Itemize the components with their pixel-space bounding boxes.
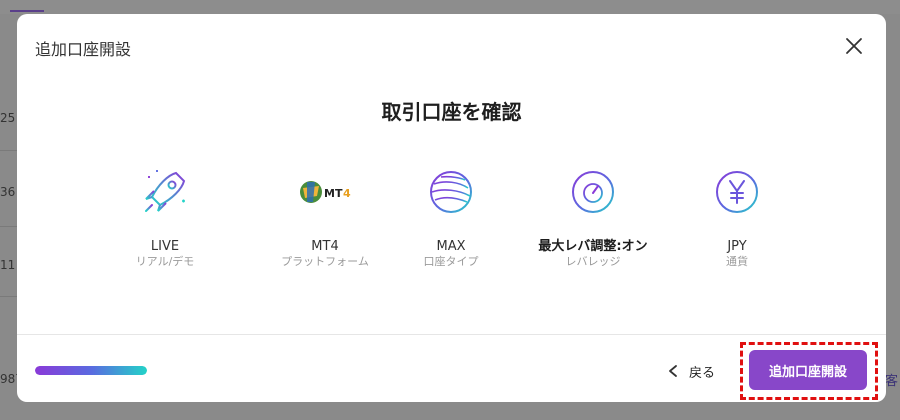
svg-text:4: 4 bbox=[343, 187, 351, 200]
summary-label: リアル/デモ bbox=[135, 255, 195, 268]
back-button-label: 戻る bbox=[689, 365, 716, 381]
summary-value: MT4 bbox=[311, 239, 339, 254]
summary-label: プラットフォーム bbox=[281, 255, 369, 268]
background-topbar bbox=[0, 0, 900, 14]
close-button[interactable] bbox=[842, 34, 866, 58]
background-tab-underline bbox=[10, 10, 44, 12]
progress-fill bbox=[35, 366, 147, 375]
summary-label: 口座タイプ bbox=[423, 255, 479, 268]
progress-bar bbox=[35, 366, 147, 375]
back-button[interactable]: 戻る bbox=[667, 360, 715, 382]
add-account-modal: 追加口座開設 取引口座を確認 LIVE リアル/デモ MT 4 MT4 プラット… bbox=[17, 14, 886, 402]
summary-value: MAX bbox=[436, 239, 466, 254]
summary-label: レバレッジ bbox=[565, 255, 621, 268]
summary-item-currency: JPY 通貨 bbox=[667, 162, 807, 269]
mt4-logo-icon: MT 4 bbox=[295, 162, 355, 222]
background-row-number: 11 bbox=[0, 258, 16, 272]
yen-icon bbox=[707, 162, 767, 222]
close-icon bbox=[846, 38, 862, 54]
summary-item-live: LIVE リアル/デモ bbox=[95, 162, 235, 269]
planet-icon bbox=[421, 162, 481, 222]
summary-value: JPY bbox=[727, 239, 747, 254]
chevron-left-icon bbox=[669, 365, 677, 377]
summary-item-leverage: 最大レバ調整:オン レバレッジ bbox=[523, 162, 663, 269]
summary-item-platform: MT 4 MT4 プラットフォーム bbox=[255, 162, 395, 269]
gauge-icon bbox=[563, 162, 623, 222]
modal-title: 追加口座開設 bbox=[35, 40, 132, 59]
background-link: 客 bbox=[884, 374, 898, 389]
background-row-number: 25 bbox=[0, 111, 16, 125]
summary-label: 通貨 bbox=[726, 255, 748, 268]
footer-divider bbox=[17, 334, 886, 335]
svg-text:MT: MT bbox=[324, 187, 343, 200]
account-summary: LIVE リアル/デモ MT 4 MT4 プラットフォーム MAX 口座タイプ … bbox=[17, 162, 886, 282]
background-row-number: 36 bbox=[0, 185, 16, 199]
add-account-button[interactable]: 追加口座開設 bbox=[749, 350, 867, 390]
summary-item-account-type: MAX 口座タイプ bbox=[381, 162, 521, 269]
summary-value: 最大レバ調整:オン bbox=[538, 239, 648, 254]
page-heading: 取引口座を確認 bbox=[381, 100, 522, 124]
summary-value: LIVE bbox=[150, 239, 180, 254]
rocket-icon bbox=[135, 162, 195, 222]
